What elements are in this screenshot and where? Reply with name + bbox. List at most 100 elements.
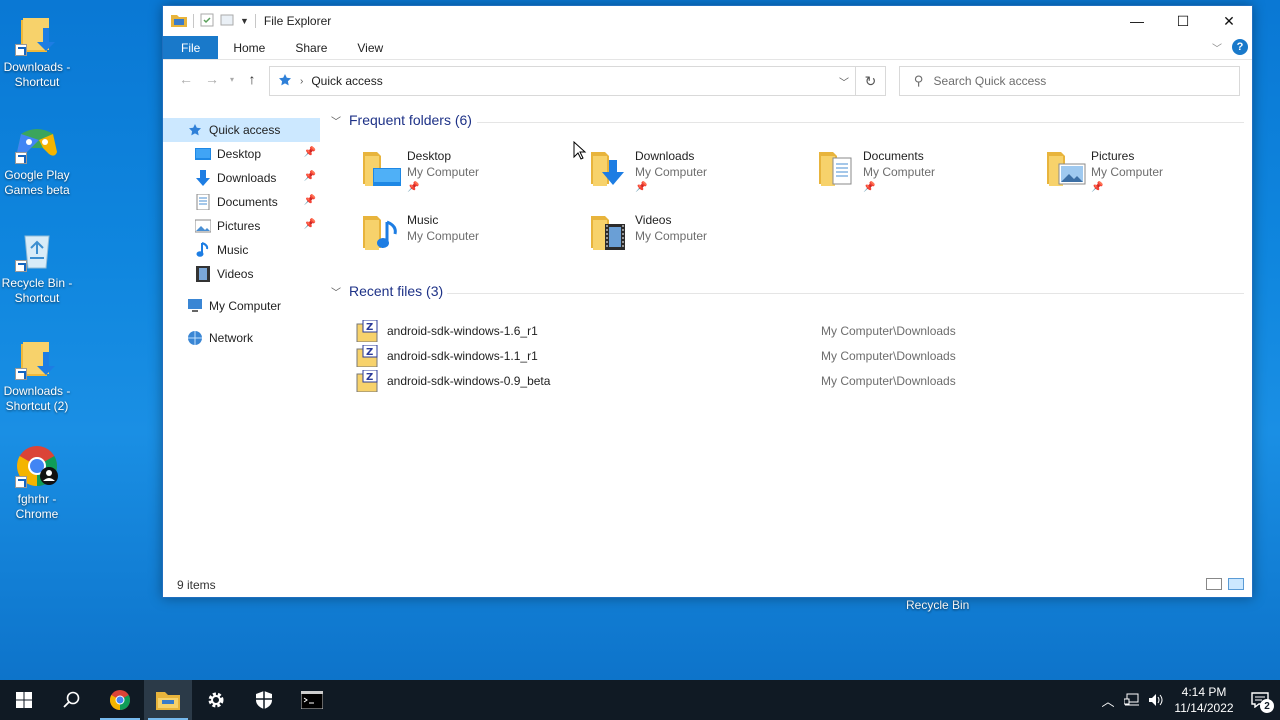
- tab-share[interactable]: Share: [280, 36, 342, 59]
- nav-item-downloads[interactable]: Downloads 📌: [163, 166, 320, 190]
- pin-icon: 📌: [407, 182, 420, 193]
- tab-view[interactable]: View: [342, 36, 398, 59]
- navigation-pane: Quick access Desktop 📌 Downloads 📌 Docum…: [163, 118, 320, 578]
- help-icon[interactable]: ?: [1232, 39, 1248, 55]
- pin-icon[interactable]: 📌: [304, 219, 316, 230]
- search-button[interactable]: [48, 680, 96, 720]
- address-dropdown-icon[interactable]: ﹀: [839, 74, 849, 89]
- shield-icon: [256, 691, 272, 709]
- svg-text:Z: Z: [366, 322, 373, 333]
- clock[interactable]: 4:14 PM 11/14/2022: [1168, 684, 1240, 716]
- desktop-icon-recycle-bin-shortcut[interactable]: Recycle Bin - Shortcut: [0, 226, 74, 306]
- search-icon: [63, 691, 80, 708]
- taskbar-security[interactable]: [240, 680, 288, 720]
- collapse-chevron-icon[interactable]: ﹀: [331, 113, 341, 128]
- minimize-button[interactable]: —: [1114, 6, 1160, 36]
- group-header-frequent-folders[interactable]: ﹀ Frequent folders (6): [327, 112, 472, 128]
- nav-item-label: Desktop: [217, 147, 262, 161]
- recent-locations-chevron-icon[interactable]: ▾: [227, 68, 237, 90]
- pin-icon[interactable]: 📌: [304, 147, 316, 158]
- group-header-recent-files[interactable]: ﹀ Recent files (3): [327, 283, 443, 299]
- nav-item-videos[interactable]: Videos: [163, 262, 320, 286]
- details-view-icon[interactable]: [1206, 578, 1222, 590]
- tab-home[interactable]: Home: [218, 36, 280, 59]
- folder-tile-music[interactable]: Music My Computer: [359, 208, 579, 264]
- taskbar-chrome[interactable]: [96, 680, 144, 720]
- folder-tile-downloads[interactable]: Downloads My Computer 📌: [587, 144, 807, 200]
- desktop-icon-label: Downloads - Shortcut (2): [3, 384, 71, 413]
- nav-item-documents[interactable]: Documents 📌: [163, 190, 320, 214]
- folder-name: Downloads: [635, 149, 695, 163]
- folder-tile-videos[interactable]: Videos My Computer: [587, 208, 807, 264]
- maximize-button[interactable]: ☐: [1160, 6, 1206, 36]
- start-button[interactable]: [0, 680, 48, 720]
- action-center-button[interactable]: 2: [1240, 680, 1280, 720]
- recent-file-row[interactable]: Z android-sdk-windows-0.9_beta My Comput…: [355, 369, 1035, 393]
- network-icon[interactable]: [1120, 680, 1144, 720]
- desktop-icon-chrome-profile[interactable]: fghrhr - Chrome: [0, 442, 74, 522]
- pin-icon[interactable]: 📌: [304, 195, 316, 206]
- music-note-icon: [195, 242, 211, 258]
- nav-item-label: Music: [217, 243, 249, 257]
- taskbar-terminal[interactable]: [288, 680, 336, 720]
- document-icon: [195, 194, 211, 210]
- volume-icon[interactable]: [1144, 680, 1168, 720]
- recent-file-row[interactable]: Z android-sdk-windows-1.6_r1 My Computer…: [355, 319, 1035, 343]
- tab-file[interactable]: File: [163, 36, 219, 59]
- zip-archive-icon: Z: [355, 344, 379, 368]
- folder-location: My Computer: [635, 229, 708, 243]
- chevron-up-icon[interactable]: ︿: [1096, 680, 1120, 720]
- nav-item-my-computer[interactable]: My Computer: [163, 294, 320, 318]
- nav-item-label: Documents: [217, 195, 278, 209]
- folder-name: Music: [407, 213, 439, 227]
- large-icons-view-icon[interactable]: [1228, 578, 1244, 590]
- pin-icon[interactable]: 📌: [304, 171, 316, 182]
- customize-toolbar-icon[interactable]: ▼: [240, 16, 249, 26]
- nav-item-network[interactable]: Network: [163, 326, 320, 350]
- desktop-icon-downloads-shortcut-2[interactable]: Downloads - Shortcut (2): [0, 334, 74, 414]
- collapse-chevron-icon[interactable]: ﹀: [331, 284, 341, 299]
- breadcrumb-separator-icon[interactable]: ›: [300, 76, 303, 87]
- recent-file-path: My Computer\Downloads: [821, 349, 956, 363]
- folder-name: Pictures: [1091, 149, 1135, 163]
- status-bar: 9 items: [163, 573, 1252, 597]
- nav-item-quick-access[interactable]: Quick access: [163, 118, 320, 142]
- folder-tile-pictures[interactable]: Pictures My Computer 📌: [1043, 144, 1263, 200]
- folder-location: My Computer: [407, 229, 480, 243]
- folder-name: Documents: [863, 149, 924, 163]
- title-bar[interactable]: ▼ File Explorer — ☐ ✕: [163, 6, 1252, 36]
- recent-file-row[interactable]: Z android-sdk-windows-1.1_r1 My Computer…: [355, 344, 1035, 368]
- desktop-folder-icon: [359, 144, 407, 192]
- refresh-icon[interactable]: ↻: [856, 66, 886, 96]
- desktop-icon-google-play-games[interactable]: Google Play Games beta: [0, 118, 74, 198]
- close-button[interactable]: ✕: [1206, 6, 1252, 36]
- computer-icon: [187, 298, 203, 314]
- taskbar-file-explorer[interactable]: [144, 680, 192, 720]
- breadcrumb-quick-access[interactable]: Quick access: [311, 74, 382, 88]
- taskbar-settings[interactable]: [192, 680, 240, 720]
- pictures-folder-icon: [1043, 144, 1091, 192]
- new-folder-icon[interactable]: [220, 13, 234, 30]
- ribbon-tabs: File Home Share View ﹀ ?: [163, 36, 1252, 60]
- folder-location: My Computer: [407, 165, 480, 179]
- folder-tile-desktop[interactable]: Desktop My Computer 📌: [359, 144, 579, 200]
- forward-arrow-icon[interactable]: →: [201, 68, 223, 90]
- desktop-recycle-bin-label[interactable]: Recycle Bin: [906, 598, 969, 612]
- folder-tile-documents[interactable]: Documents My Computer 📌: [815, 144, 1035, 200]
- nav-item-desktop[interactable]: Desktop 📌: [163, 142, 320, 166]
- picture-icon: [195, 218, 211, 234]
- folder-download-icon: [13, 10, 61, 58]
- chrome-icon: [110, 690, 130, 710]
- recent-file-name: android-sdk-windows-0.9_beta: [387, 374, 551, 388]
- expand-ribbon-icon[interactable]: ﹀: [1212, 40, 1222, 55]
- properties-icon[interactable]: [200, 13, 214, 30]
- search-input[interactable]: ⚲ Search Quick access: [899, 66, 1240, 96]
- nav-item-music[interactable]: Music: [163, 238, 320, 262]
- taskbar: ︿ 4:14 PM 11/14/2022 2: [0, 680, 1280, 720]
- back-arrow-icon[interactable]: ←: [175, 68, 197, 90]
- up-arrow-icon[interactable]: ↑: [241, 68, 263, 90]
- nav-item-pictures[interactable]: Pictures 📌: [163, 214, 320, 238]
- address-bar[interactable]: › Quick access ﹀: [269, 66, 856, 96]
- desktop-icon-downloads-shortcut[interactable]: Downloads - Shortcut: [0, 10, 74, 90]
- folder-icon: [171, 13, 187, 30]
